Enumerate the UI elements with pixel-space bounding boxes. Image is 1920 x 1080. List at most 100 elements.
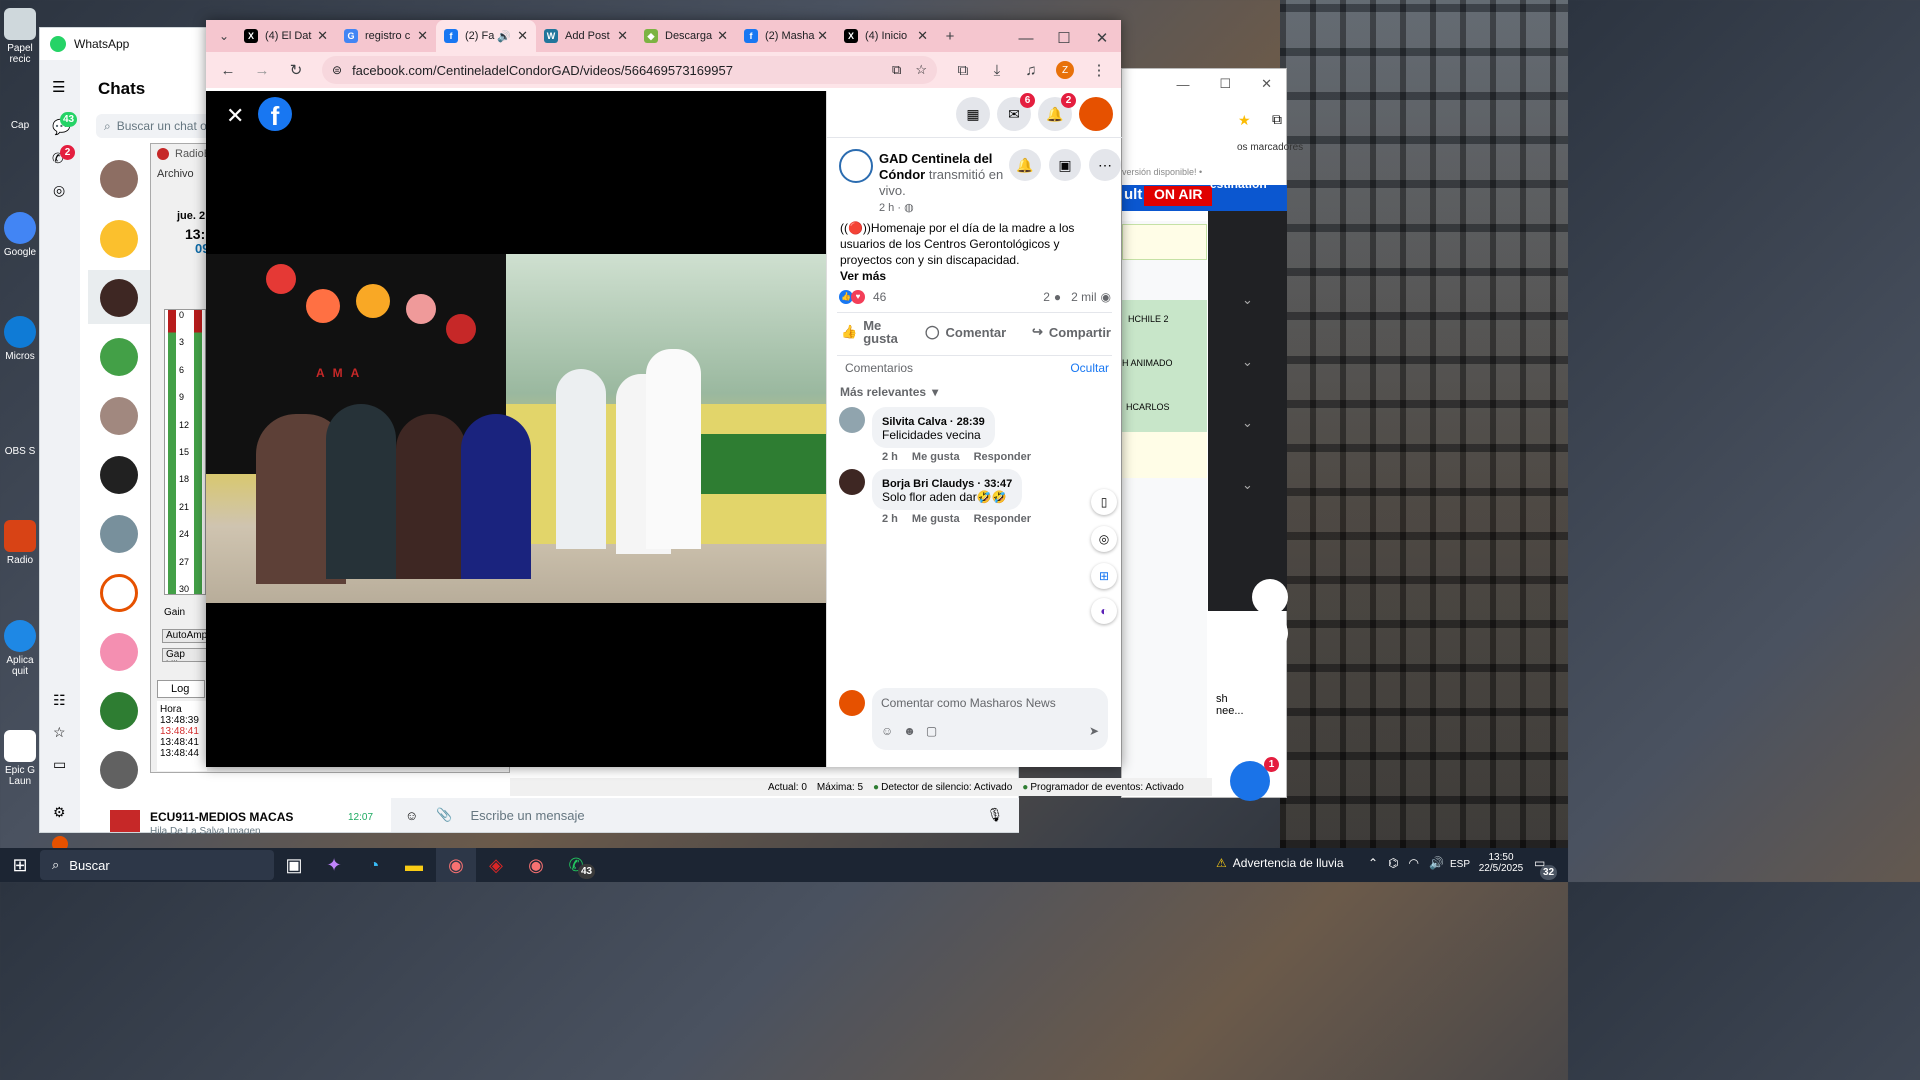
task-view-icon[interactable]: ▣ <box>274 848 314 882</box>
weather-widget[interactable]: ⚠ Advertencia de lluvia <box>1216 856 1344 870</box>
mic-icon[interactable]: 🎙 <box>986 807 1003 823</box>
broadcast-icon[interactable]: ◎ <box>1091 526 1117 552</box>
chevron-up-icon[interactable]: ⌃ <box>1368 856 1378 870</box>
comment-input[interactable]: Comentar como Masharos News <box>881 696 1099 710</box>
chevron-down-icon[interactable]: ⌄ <box>1242 477 1253 493</box>
desktop-icon-epic[interactable]: Epic G Laun <box>0 730 40 787</box>
list-row[interactable]: H ANIMADO <box>1122 344 1207 388</box>
browser-tab[interactable]: X (4) El Dat ✕ <box>236 20 336 52</box>
page-avatar[interactable] <box>839 149 873 183</box>
see-more-link[interactable]: Ver más <box>840 269 886 283</box>
start-button[interactable]: ⊞ <box>0 848 40 882</box>
avatar-sticker-icon[interactable]: ☺ <box>881 724 893 738</box>
facebook-logo-icon[interactable]: f <box>258 97 292 131</box>
more-options-icon[interactable]: ⋯ <box>1089 149 1121 181</box>
notify-bell-icon[interactable]: 🔔 <box>1009 149 1041 181</box>
browser-tab[interactable]: W Add Post ✕ <box>536 20 636 52</box>
comment-like-button[interactable]: Me gusta <box>912 513 960 525</box>
status-icon[interactable]: ◎ <box>53 182 65 199</box>
send-icon[interactable]: ➤ <box>1089 724 1099 738</box>
emoji-icon[interactable]: ☻ <box>903 724 916 738</box>
chrome-menu-icon[interactable]: ⋮ <box>1085 56 1113 84</box>
media-control-icon[interactable]: ♫ <box>1017 56 1045 84</box>
chat-search-input[interactable]: ⌕ Buscar un chat o <box>96 114 216 138</box>
chat-avatar[interactable] <box>100 515 138 553</box>
reload-icon[interactable]: ↻ <box>282 56 310 84</box>
chrome-taskbar-icon[interactable]: ◉ <box>436 848 476 882</box>
chat-avatar[interactable] <box>100 633 138 671</box>
extensions-icon[interactable]: ⧉ <box>1272 111 1282 128</box>
post-time[interactable]: 2 h · <box>879 202 904 214</box>
radioboss-taskbar-icon[interactable]: ◈ <box>476 848 516 882</box>
message-input[interactable]: Escribe un mensaje <box>470 808 968 823</box>
gap-killer-button[interactable]: Gap killer <box>162 648 208 662</box>
tab-search-icon[interactable]: ⌄ <box>212 24 236 48</box>
save-icon[interactable]: ▣ <box>1049 149 1081 181</box>
tab-close-icon[interactable]: ✕ <box>617 28 628 44</box>
tab-close-icon[interactable]: ✕ <box>317 28 328 44</box>
close-window-button[interactable]: ✕ <box>1083 24 1121 52</box>
clock[interactable]: 13:50 22/5/2025 <box>1476 852 1526 874</box>
translate-icon[interactable] <box>1252 579 1288 615</box>
chat-avatar[interactable] <box>100 456 138 494</box>
install-app-icon[interactable]: ⧉ <box>892 62 901 78</box>
extensions-icon[interactable]: ⧉ <box>949 56 977 84</box>
forward-icon[interactable]: → <box>248 56 276 84</box>
chat-avatar[interactable] <box>100 160 138 198</box>
desktop-icon-radio[interactable]: Radio <box>0 520 40 566</box>
new-tab-button[interactable]: + <box>936 22 964 50</box>
profile-avatar[interactable]: Z <box>1051 56 1079 84</box>
maximize-button[interactable]: ☐ <box>1045 24 1083 52</box>
comment-reply-button[interactable]: Responder <box>974 451 1031 463</box>
commenter-name[interactable]: Silvita Calva <box>882 416 947 428</box>
taskbar-search[interactable]: ⌕ Buscar <box>40 850 274 880</box>
bookmark-star-icon[interactable]: ☆ <box>915 62 927 78</box>
back-icon[interactable]: ← <box>214 56 242 84</box>
like-button[interactable]: 👍 Me gusta <box>841 319 899 345</box>
settings-icon[interactable]: ⚙ <box>53 804 66 821</box>
tab-close-icon[interactable]: ✕ <box>517 28 528 44</box>
minimize-button[interactable]: — <box>1007 24 1045 52</box>
desktop-icon-google[interactable]: Google <box>0 212 40 258</box>
assistant-icon[interactable]: ◐ <box>1091 598 1117 624</box>
desktop-icon-obs[interactable]: OBS S <box>0 446 40 457</box>
share-button[interactable]: ↪ Compartir <box>1032 324 1111 340</box>
language-indicator[interactable]: ESP <box>1450 859 1470 870</box>
chat-avatar[interactable] <box>100 751 138 789</box>
chat-avatar[interactable] <box>100 692 138 730</box>
last-chat-name[interactable]: ECU911-MEDIOS MACAS <box>150 810 293 824</box>
browser-tab[interactable]: f (2) Masha ✕ <box>736 20 836 52</box>
chat-avatar[interactable] <box>100 574 138 612</box>
address-bar[interactable]: ⊜ facebook.com/CentineladelCondorGAD/vid… <box>322 56 937 84</box>
browser-tab[interactable]: X (4) Inicio ✕ <box>836 20 936 52</box>
chat-avatar[interactable] <box>100 397 138 435</box>
chevron-down-icon[interactable]: ⌄ <box>1242 354 1253 370</box>
apps-fb-icon[interactable]: ⊞ <box>1091 563 1117 589</box>
site-info-icon[interactable]: ⊜ <box>332 63 342 77</box>
notifications-bell-icon[interactable]: 🔔 2 <box>1038 93 1076 131</box>
desktop-icon-cap[interactable]: Cap <box>0 120 40 131</box>
sort-dropdown[interactable]: Más relevantes ▾ <box>840 385 938 399</box>
wifi-icon[interactable]: ◠ <box>1409 856 1419 870</box>
comment-reply-button[interactable]: Responder <box>974 513 1031 525</box>
chat-avatar[interactable] <box>100 279 138 317</box>
chat-avatar[interactable] <box>100 220 138 258</box>
comment-like-button[interactable]: Me gusta <box>912 451 960 463</box>
browser-tab[interactable]: f (2) Fa 🔊 ✕ <box>436 20 536 52</box>
desktop-icon-microsoft[interactable]: Micros <box>0 316 40 362</box>
tab-close-icon[interactable]: ✕ <box>817 28 828 44</box>
account-avatar[interactable] <box>1079 97 1113 131</box>
comment-time[interactable]: 2 h <box>882 513 898 525</box>
reading-mode-icon[interactable]: ▯ <box>1091 489 1117 515</box>
browser-tab[interactable]: Gregistro c ✕ <box>336 20 436 52</box>
list-row[interactable]: HCARLOS <box>1122 388 1207 432</box>
comments-count[interactable]: 2 <box>1043 290 1050 304</box>
chat-avatar[interactable] <box>110 810 140 832</box>
comment-composer[interactable]: Comentar como Masharos News ☺ ☻ ▢ ➤ <box>872 688 1108 750</box>
network-icon[interactable]: ⌬ <box>1388 856 1398 870</box>
browser-tab[interactable]: ◆ Descarga ✕ <box>636 20 736 52</box>
volume-icon[interactable]: 🔊 <box>1429 856 1444 870</box>
apps-menu-icon[interactable]: ▦ <box>956 97 990 131</box>
autoamp-button[interactable]: AutoAmp <box>162 629 208 643</box>
url-text[interactable]: facebook.com/CentineladelCondorGAD/video… <box>352 63 892 78</box>
